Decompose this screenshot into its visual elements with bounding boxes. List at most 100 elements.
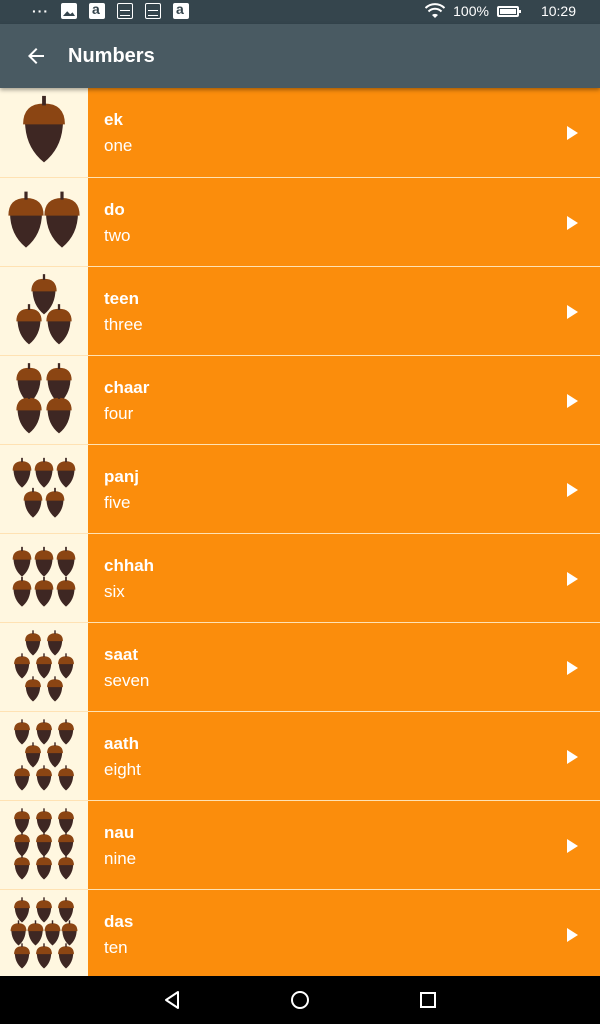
english-translation: nine (104, 849, 137, 868)
play-icon[interactable] (567, 216, 578, 230)
play-item-button[interactable]: aath eight (88, 712, 600, 800)
acorn-icon (36, 943, 52, 969)
arrow-back-icon[interactable] (24, 44, 48, 68)
english-translation: seven (104, 671, 150, 690)
acorn-icon (14, 897, 30, 923)
list-item[interactable]: do two (0, 177, 600, 266)
english-translation: three (104, 315, 143, 334)
english-translation: eight (104, 760, 141, 779)
foreign-word: panj (104, 467, 139, 486)
notification-icons: ··· (32, 1, 189, 19)
acorn-icon (44, 191, 80, 248)
play-icon[interactable] (567, 750, 578, 764)
acorn-count-image (0, 178, 88, 266)
list-item[interactable]: das ten (0, 889, 600, 978)
acorn-icon (8, 191, 44, 248)
wifi-icon (425, 3, 446, 19)
acorn-group-icon (16, 274, 72, 345)
acorn-icon (10, 920, 27, 946)
play-icon[interactable] (567, 661, 578, 675)
list-item[interactable]: teen three (0, 266, 600, 355)
play-icon[interactable] (567, 483, 578, 497)
acorn-group-icon (12, 457, 76, 518)
acorn-icon (56, 546, 76, 577)
list-item[interactable]: aath eight (0, 711, 600, 800)
acorn-icon (58, 719, 74, 745)
acorn-count-image (0, 267, 88, 355)
acorn-icon (25, 676, 41, 702)
acorn-icon (14, 943, 30, 969)
foreign-word: aath (104, 734, 139, 753)
clock: 10:29 (540, 3, 576, 19)
amazon-shop-icon (145, 3, 161, 19)
acorn-icon (23, 487, 43, 518)
acorn-icon (36, 854, 52, 880)
english-translation: six (104, 582, 125, 601)
acorn-icon (58, 653, 74, 679)
acorn-count-image (0, 623, 88, 711)
system-status: 100% 10:29 (425, 3, 576, 19)
play-item-button[interactable]: ek one (88, 88, 600, 177)
play-icon[interactable] (567, 839, 578, 853)
acorn-count-image (0, 88, 88, 177)
list-item[interactable]: nau nine (0, 800, 600, 889)
acorn-group-icon (14, 808, 74, 880)
acorn-icon (34, 457, 54, 488)
home-circle-icon[interactable] (288, 988, 312, 1012)
list-item[interactable]: chhah six (0, 533, 600, 622)
back-triangle-icon[interactable] (160, 988, 184, 1012)
acorn-icon (16, 304, 42, 345)
list-item[interactable]: saat seven (0, 622, 600, 711)
english-translation: one (104, 136, 133, 155)
acorn-group-icon (16, 363, 72, 434)
acorn-icon (14, 831, 30, 857)
acorn-count-image (0, 445, 88, 533)
list-item[interactable]: chaar four (0, 355, 600, 444)
acorn-icon (58, 765, 74, 791)
acorn-icon (36, 765, 52, 791)
acorn-icon (14, 854, 30, 880)
app-bar: Numbers (0, 24, 600, 88)
play-item-button[interactable]: panj five (88, 445, 600, 533)
play-icon[interactable] (567, 305, 578, 319)
play-item-button[interactable]: chaar four (88, 356, 600, 444)
acorn-group-icon (14, 630, 74, 702)
acorn-icon (16, 393, 42, 434)
acorn-icon (45, 487, 65, 518)
english-translation: two (104, 226, 131, 245)
foreign-word: do (104, 200, 125, 219)
acorn-icon (58, 854, 74, 880)
acorn-icon (36, 831, 52, 857)
play-icon[interactable] (567, 928, 578, 942)
acorn-icon (44, 920, 61, 946)
navigation-bar (0, 976, 600, 1024)
acorn-icon (34, 546, 54, 577)
acorn-icon (14, 808, 30, 834)
battery-percentage: 100% (453, 3, 489, 19)
acorn-group-icon (10, 897, 78, 969)
status-bar: ··· 100% 10:29 (0, 0, 600, 24)
acorn-icon (36, 897, 52, 923)
acorn-icon (12, 576, 32, 607)
acorn-icon (61, 920, 78, 946)
play-icon[interactable] (567, 126, 578, 140)
acorn-group-icon (8, 191, 80, 248)
play-icon[interactable] (567, 572, 578, 586)
list-item[interactable]: panj five (0, 444, 600, 533)
play-item-button[interactable]: teen three (88, 267, 600, 355)
acorn-icon (36, 808, 52, 834)
acorn-count-image (0, 801, 88, 889)
acorn-icon (14, 765, 30, 791)
play-item-button[interactable]: chhah six (88, 534, 600, 622)
list-item[interactable]: ek one (0, 88, 600, 177)
play-item-button[interactable]: saat seven (88, 623, 600, 711)
acorn-icon (56, 457, 76, 488)
recents-square-icon[interactable] (416, 988, 440, 1012)
more-dots-icon: ··· (32, 3, 49, 19)
play-item-button[interactable]: nau nine (88, 801, 600, 889)
battery-icon (496, 5, 521, 17)
acorn-icon (23, 95, 65, 163)
play-icon[interactable] (567, 394, 578, 408)
play-item-button[interactable]: do two (88, 178, 600, 266)
play-item-button[interactable]: das ten (88, 890, 600, 978)
